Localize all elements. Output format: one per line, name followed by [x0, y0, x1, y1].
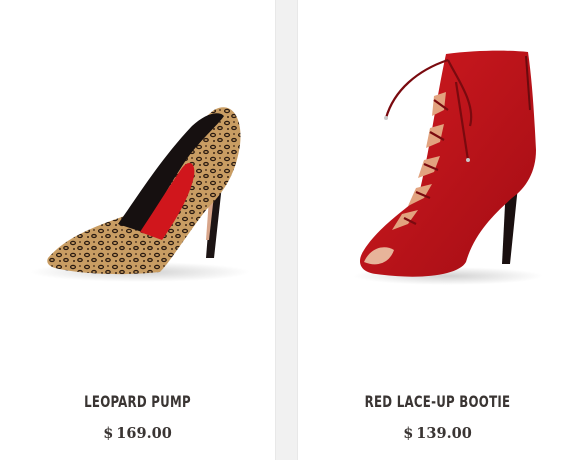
product-price: $169.00 [0, 425, 275, 442]
currency-symbol: $ [103, 425, 114, 442]
product-price: $139.00 [298, 425, 577, 442]
price-amount: 139.00 [416, 425, 472, 442]
red-bootie-image[interactable] [298, 0, 577, 330]
product-grid: LEOPARD PUMP $169.00 RED LACE-UP BOOTIE … [0, 0, 577, 460]
product-name[interactable]: RED LACE-UP BOOTIE [323, 392, 552, 411]
product-card-leopard-pump[interactable]: LEOPARD PUMP $169.00 [0, 0, 276, 460]
price-amount: 169.00 [116, 425, 172, 442]
product-name[interactable]: LEOPARD PUMP [25, 392, 251, 411]
leopard-pump-icon [30, 107, 250, 282]
currency-symbol: $ [403, 425, 414, 442]
product-card-red-bootie[interactable]: RED LACE-UP BOOTIE $139.00 [297, 0, 577, 460]
leopard-pump-image[interactable] [0, 0, 275, 330]
red-bootie-icon [353, 50, 543, 285]
